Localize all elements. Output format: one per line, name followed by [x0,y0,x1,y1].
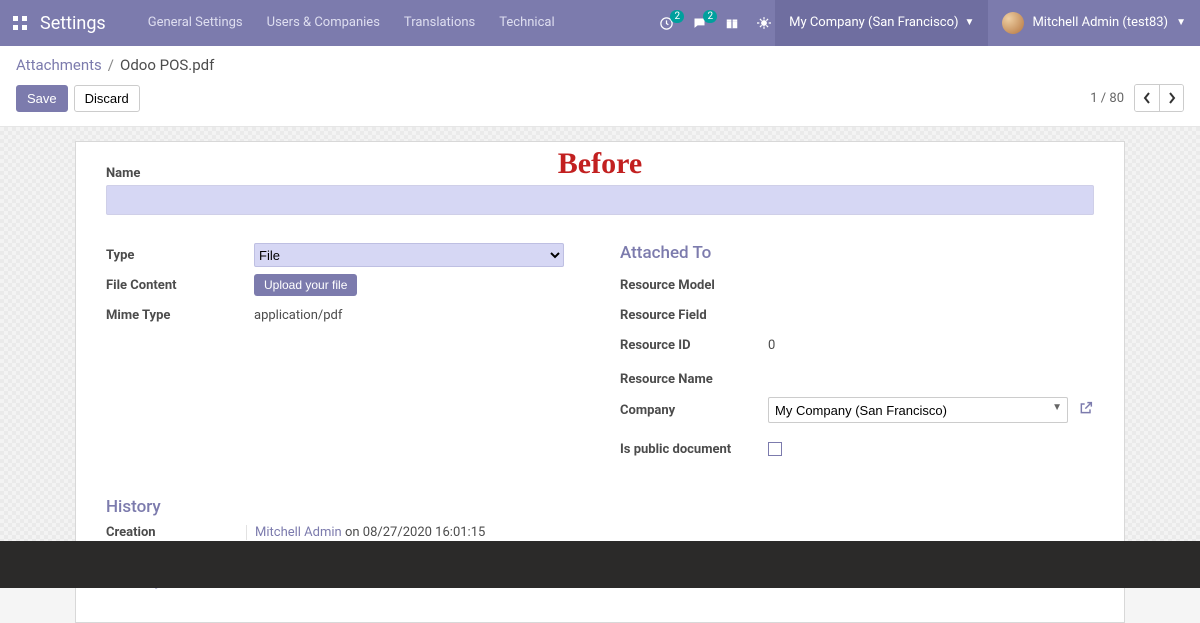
type-label: Type [106,248,254,263]
resource-id-value: 0 [768,338,775,353]
user-name: Mitchell Admin (test83) [1032,0,1168,46]
topnav: Settings General Settings Users & Compan… [0,0,1200,46]
tray-icon-gift[interactable] [725,16,739,30]
is-public-label: Is public document [620,442,768,457]
save-button[interactable]: Save [16,85,68,112]
creation-row: Creation Mitchell Admin on 08/27/2020 16… [106,525,1094,540]
resource-id-label: Resource ID [620,338,768,353]
chevron-right-icon [1168,92,1176,104]
mime-type-label: Mime Type [106,308,254,323]
creation-label: Creation [106,525,254,540]
file-content-label: File Content [106,278,254,293]
messages-badge: 2 [703,10,717,23]
actions-row: Save Discard 1 / 80 [16,84,1184,112]
pager-text: 1 / 80 [1090,91,1124,106]
discard-button[interactable]: Discard [74,85,140,112]
resource-field-label: Resource Field [620,308,768,323]
pager: 1 / 80 [1090,84,1184,112]
nav-technical[interactable]: Technical [487,0,566,46]
control-panel: Attachments / Odoo POS.pdf Save Discard … [0,46,1200,127]
name-label: Name [106,166,1094,181]
company-input[interactable] [768,397,1068,423]
pager-next[interactable] [1159,85,1183,111]
work-area: Before Name Type File File Content Uploa… [0,127,1200,547]
name-input[interactable] [106,185,1094,215]
name-field-block: Name [106,166,1094,215]
type-select[interactable]: File [254,243,564,267]
tray-icon-bug[interactable] [757,16,771,30]
module-title[interactable]: Settings [40,13,136,34]
nav-users-companies[interactable]: Users & Companies [255,0,392,46]
nav-menu: General Settings Users & Companies Trans… [136,0,567,46]
mime-type-value: application/pdf [254,308,342,323]
breadcrumb: Attachments / Odoo POS.pdf [16,56,1184,74]
company-name: My Company (San Francisco) [789,0,958,46]
attached-to-title: Attached To [620,243,1094,263]
left-col: Type File File Content Upload your file … [106,243,580,467]
right-tray: 2 2 [659,16,775,31]
activities-badge: 2 [670,10,684,23]
apps-icon[interactable] [0,0,40,46]
resource-model-label: Resource Model [620,278,768,293]
breadcrumb-sep: / [108,56,114,74]
messages-icon[interactable]: 2 [692,16,707,31]
pager-prev[interactable] [1135,85,1159,111]
creation-user-link[interactable]: Mitchell Admin [255,525,342,540]
right-col: Attached To Resource Model Resource Fiel… [620,243,1094,467]
external-link-icon[interactable] [1078,400,1094,420]
avatar [1002,12,1024,34]
bottom-bar [0,541,1200,588]
nav-general-settings[interactable]: General Settings [136,0,255,46]
is-public-checkbox[interactable] [768,442,782,456]
company-label: Company [620,403,768,418]
breadcrumb-root[interactable]: Attachments [16,56,102,74]
company-selector[interactable]: My Company (San Francisco) ▼ [775,0,988,46]
resource-name-label: Resource Name [620,372,768,387]
nav-translations[interactable]: Translations [392,0,487,46]
history-title: History [106,497,1094,517]
upload-file-button[interactable]: Upload your file [254,274,357,296]
caret-down-icon: ▼ [1176,0,1186,46]
creation-datetime: on 08/27/2020 16:01:15 [342,525,486,540]
caret-down-icon: ▼ [965,0,975,46]
breadcrumb-current: Odoo POS.pdf [120,56,214,74]
user-menu[interactable]: Mitchell Admin (test83) ▼ [988,0,1200,46]
activities-icon[interactable]: 2 [659,16,674,31]
chevron-left-icon [1143,92,1151,104]
